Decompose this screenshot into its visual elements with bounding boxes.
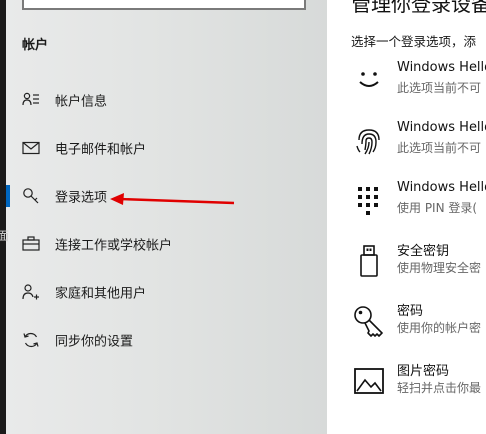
sidebar-item-label: 电子邮件和帐户	[55, 142, 147, 158]
key-icon	[23, 188, 39, 204]
settings-nav-pane: 面 帐户 帐户信息 电子邮件和帐户 登录选项 连接工作或学校帐户 家庭和其他用户…	[0, 0, 327, 434]
usb-key-icon	[360, 245, 378, 277]
password-key-icon	[354, 306, 383, 337]
option-title: 安全密钥	[397, 244, 450, 259]
option-title: Windows Hello	[397, 180, 486, 195]
option-title: Windows Hello	[397, 120, 486, 135]
sync-icon	[23, 333, 39, 347]
option-windows-hello-pin[interactable]: Windows Hello 使用 PIN 登录(	[351, 180, 486, 230]
option-security-key[interactable]: 安全密钥 使用物理安全密	[351, 240, 486, 290]
fingerprint-icon	[356, 129, 380, 155]
option-picture-password[interactable]: 图片密码 轻扫并点击你最	[351, 360, 486, 410]
section-title: 帐户	[22, 38, 49, 53]
window-edge: 面	[0, 0, 9, 434]
annotation-arrow	[110, 193, 235, 205]
option-title: 图片密码	[397, 364, 450, 379]
sidebar-item-label: 连接工作或学校帐户	[55, 238, 173, 254]
option-subtitle: 使用物理安全密	[397, 261, 482, 275]
pin-keypad-icon	[358, 187, 378, 215]
option-subtitle: 轻扫并点击你最	[397, 381, 482, 395]
briefcase-icon	[22, 236, 40, 251]
option-subtitle: 使用你的帐户密	[397, 321, 482, 335]
page-description: 选择一个登录选项，添	[351, 34, 477, 49]
sidebar-item-label: 同步你的设置	[55, 334, 134, 350]
option-subtitle: 使用 PIN 登录(	[397, 201, 478, 215]
add-person-icon	[22, 284, 39, 300]
picture-icon	[354, 368, 384, 394]
sidebar-item-label: 家庭和其他用户	[55, 286, 147, 302]
option-subtitle: 此选项当前不可	[397, 81, 482, 95]
sidebar-item-email-accounts[interactable]: 电子邮件和帐户	[6, 128, 327, 168]
page-title: 管理你登录设备	[351, 0, 486, 16]
person-info-icon	[22, 92, 39, 106]
option-windows-hello-fingerprint[interactable]: Windows Hello 此选项当前不可	[351, 120, 486, 170]
active-indicator	[6, 185, 10, 207]
face-icon	[359, 72, 379, 87]
option-title: Windows Hello	[397, 60, 486, 75]
mail-icon	[22, 141, 40, 155]
option-password[interactable]: 密码 使用你的帐户密	[351, 300, 486, 350]
sidebar-item-family-users[interactable]: 家庭和其他用户	[6, 272, 327, 312]
option-subtitle: 此选项当前不可	[397, 141, 482, 155]
sidebar-item-account-info[interactable]: 帐户信息	[6, 80, 327, 120]
sidebar-item-sync-settings[interactable]: 同步你的设置	[6, 320, 327, 360]
sidebar-item-label: 帐户信息	[55, 94, 108, 110]
sidebar-item-label: 登录选项	[55, 190, 108, 206]
option-title: 密码	[397, 304, 424, 319]
sidebar-item-work-school[interactable]: 连接工作或学校帐户	[6, 224, 327, 264]
search-input[interactable]	[22, 0, 306, 10]
option-windows-hello-face[interactable]: Windows Hello 此选项当前不可	[351, 60, 486, 110]
sign-in-options-pane: 管理你登录设备 选择一个登录选项，添 Windows Hello 此选项当前不可…	[327, 0, 486, 434]
